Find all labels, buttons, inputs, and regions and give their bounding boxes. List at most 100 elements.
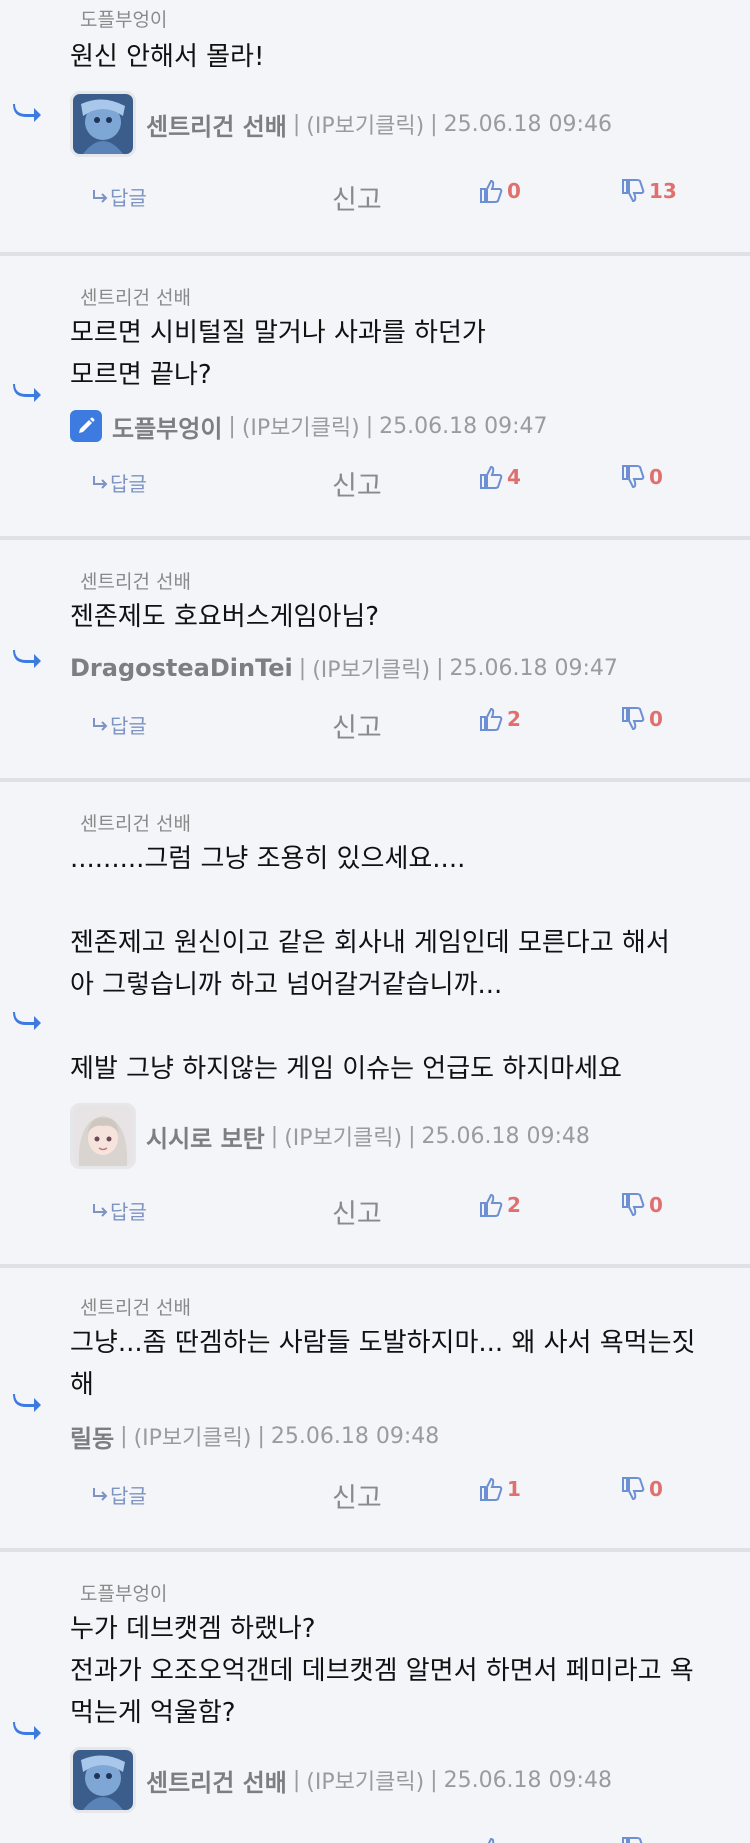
reply-button[interactable]: 답글 (92, 182, 147, 211)
ip-view-link[interactable]: (IP보기클릭) (242, 410, 360, 442)
avatar[interactable] (70, 1747, 136, 1813)
reply-button[interactable]: 답글 (92, 468, 147, 497)
comment-actions: 답글 신고 2 0 (0, 1190, 750, 1230)
comment-meta: 도플부엉이 | (IP보기클릭) | 25.06.18 09:47 (70, 392, 740, 460)
reply-icon (93, 475, 108, 489)
author-name[interactable]: DragosteaDinTei (70, 654, 293, 682)
comment-text: 젠존제도 호요버스게임아님? (70, 602, 380, 632)
reply-button[interactable]: 답글 (92, 1196, 147, 1225)
author-name[interactable]: 시시로 보탄 (146, 1119, 265, 1154)
report-button[interactable]: 신고 (332, 178, 382, 217)
like-button[interactable]: 2 (478, 706, 521, 732)
reply-label: 답글 (110, 186, 147, 210)
separator: | (120, 1423, 128, 1449)
report-button[interactable]: 신고 (332, 706, 382, 745)
comment-text: 원신 안해서 몰라! (70, 42, 265, 72)
separator: | (436, 655, 444, 681)
dislike-count: 13 (649, 179, 677, 203)
comment-actions: 답글 신고 2 0 (0, 704, 750, 744)
like-button[interactable]: 2 (478, 1192, 521, 1218)
reply-button[interactable]: 답글 (92, 1480, 147, 1509)
avatar-blue-character-icon (73, 1750, 133, 1810)
report-button[interactable]: 신고 (332, 1836, 382, 1843)
ip-view-link[interactable]: (IP보기클릭) (312, 652, 430, 684)
author-name[interactable]: 도플부엉이 (112, 409, 222, 444)
author-name[interactable]: 릴동 (70, 1419, 114, 1454)
ip-view-link[interactable]: (IP보기클릭) (306, 108, 424, 140)
ip-view-link[interactable]: (IP보기클릭) (306, 1764, 424, 1796)
timestamp: 25.06.18 09:48 (421, 1123, 590, 1149)
thumbs-up-icon (480, 179, 503, 203)
avatar[interactable] (70, 91, 136, 157)
dislike-count: 0 (649, 1193, 663, 1217)
like-count: 2 (507, 1193, 521, 1217)
author-name[interactable]: 센트리건 선배 (146, 107, 287, 142)
reply-arrow-icon (13, 1394, 41, 1412)
like-button[interactable]: 4 (478, 464, 521, 490)
thumbs-down-icon (622, 465, 645, 489)
timestamp: 25.06.18 09:48 (443, 1767, 612, 1793)
separator: | (228, 413, 236, 439)
dislike-button[interactable]: 13 (620, 178, 677, 204)
thumbs-down-icon (622, 1837, 643, 1843)
separator: | (408, 1123, 416, 1149)
reply-to-name: 센트리건 선배 (80, 813, 191, 835)
like-button[interactable]: 0 (478, 178, 521, 204)
report-button[interactable]: 신고 (332, 1192, 382, 1231)
dislike-button[interactable]: 0 (620, 464, 663, 490)
avatar[interactable] (70, 1103, 136, 1169)
comment: 센트리건 선배 .........그럼 그냥 조용히 있으세요.... 젠존제고… (0, 782, 750, 1268)
reply-arrow-icon (13, 1722, 41, 1740)
reply-to-name: 센트리건 선배 (80, 571, 191, 593)
separator: | (270, 1123, 279, 1149)
thumbs-down-icon (622, 1477, 645, 1501)
reply-label: 답글 (110, 714, 147, 738)
ip-view-link[interactable]: (IP보기클릭) (134, 1420, 252, 1452)
thumbs-up-icon (480, 465, 503, 489)
thumbs-down-icon (622, 179, 645, 203)
separator: | (298, 655, 307, 681)
thumbs-up-icon (480, 1477, 503, 1501)
avatar-anime-girl-icon (73, 1106, 133, 1166)
separator: | (430, 111, 438, 137)
report-button[interactable]: 신고 (332, 464, 382, 503)
reply-label: 답글 (110, 472, 147, 496)
reply-to-name: 센트리건 선배 (80, 1297, 191, 1319)
reply-button[interactable]: 답글 (92, 710, 147, 739)
reply-icon (93, 1487, 108, 1501)
comment: 센트리건 선배 모르면 시비털질 말거나 사과를 하던가 모르면 끝나? 도플부… (0, 256, 750, 540)
dislike-button[interactable]: 0 (620, 1476, 663, 1502)
dislike-count: 0 (649, 1477, 663, 1501)
ip-view-link[interactable]: (IP보기클릭) (284, 1120, 402, 1152)
dislike-button[interactable] (620, 1836, 649, 1843)
separator: | (430, 1767, 438, 1793)
report-button[interactable]: 신고 (332, 1476, 382, 1515)
dislike-button[interactable]: 0 (620, 706, 663, 732)
comment: 도플부엉이 누가 데브캣겜 하랬나? 전과가 오조오억갠데 데브캣겜 알면서 하… (0, 1552, 750, 1843)
reply-icon (93, 189, 108, 203)
reply-icon (93, 1203, 108, 1217)
reply-arrow-icon (13, 384, 41, 402)
reply-to-name: 도플부엉이 (80, 1583, 168, 1605)
comment-actions: 답글 신고 (0, 1834, 750, 1843)
like-button[interactable]: 1 (478, 1476, 521, 1502)
comment-text: 그냥...좀 딴겜하는 사람들 도발하지마... 왜 사서 욕먹는짓 해 (70, 1328, 696, 1400)
like-count: 1 (507, 1477, 521, 1501)
thumbs-down-icon (622, 707, 645, 731)
reply-arrow-icon (13, 104, 41, 122)
reply-to-name: 도플부엉이 (80, 9, 168, 31)
dislike-count: 0 (649, 465, 663, 489)
comment: 센트리건 선배 그냥...좀 딴겜하는 사람들 도발하지마... 왜 사서 욕먹… (0, 1268, 750, 1552)
comment-text: 누가 데브캣겜 하랬나? 전과가 오조오억갠데 데브캣겜 알면서 하면서 페미라… (70, 1614, 694, 1728)
reply-label: 답글 (110, 1484, 147, 1508)
timestamp: 25.06.18 09:47 (379, 413, 548, 439)
comment-meta: 센트리건 선배 | (IP보기클릭) | 25.06.18 09:46 (70, 90, 740, 158)
dislike-button[interactable]: 0 (620, 1192, 663, 1218)
reply-label: 답글 (110, 1200, 147, 1224)
author-name[interactable]: 센트리건 선배 (146, 1763, 287, 1798)
comment-meta: 시시로 보탄 | (IP보기클릭) | 25.06.18 09:48 (70, 1102, 740, 1170)
like-button[interactable] (478, 1836, 507, 1843)
timestamp: 25.06.18 09:46 (443, 111, 612, 137)
comment-actions: 답글 신고 4 0 (0, 462, 750, 502)
timestamp: 25.06.18 09:48 (270, 1423, 440, 1449)
